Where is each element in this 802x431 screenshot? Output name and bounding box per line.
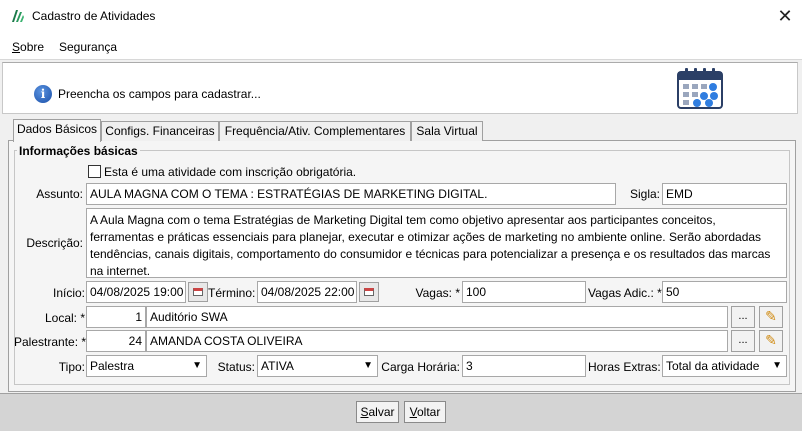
local-edit-pencil-icon[interactable]: ✎ (759, 306, 783, 328)
local-name-input[interactable]: Auditório SWA (146, 306, 728, 328)
tab-frequencia[interactable]: Frequência/Ativ. Complementares (219, 121, 411, 141)
palestrante-label: Palestrante: * (14, 335, 87, 349)
vagas-adic-label: Vagas Adic.: * (588, 286, 662, 300)
tab-dados-basicos[interactable]: Dados Básicos (13, 119, 101, 142)
assunto-input[interactable]: AULA MAGNA COM O TEMA : ESTRATÉGIAS DE M… (86, 183, 616, 205)
carga-horaria-label: Carga Horária: (381, 360, 460, 374)
voltar-button[interactable]: Voltar (404, 401, 446, 423)
window-title: Cadastro de Atividades (32, 9, 156, 23)
inicio-input[interactable]: 04/08/2025 19:00 (86, 281, 186, 303)
status-label: Status: (217, 360, 255, 374)
sigla-label: Sigla: (629, 187, 660, 201)
group-title: Informações básicas (17, 144, 140, 158)
local-label: Local: * (44, 311, 85, 325)
sigla-input[interactable]: EMD (662, 183, 787, 205)
tab-configs-financeiras[interactable]: Configs. Financeiras (101, 121, 219, 141)
descricao-label: Descrição: (26, 236, 83, 250)
status-select[interactable]: ATIVA ▼ (257, 355, 378, 377)
menu-seguranca[interactable]: Segurança (59, 40, 117, 54)
footer-bar (0, 393, 802, 431)
local-search-button[interactable]: ... (731, 306, 755, 328)
tipo-select[interactable]: Palestra ▼ (86, 355, 207, 377)
chevron-down-icon: ▼ (772, 360, 782, 371)
vagas-adic-input[interactable]: 50 (662, 281, 787, 303)
menu-sobre[interactable]: Sobre (12, 40, 44, 54)
local-code-input[interactable]: 1 (86, 306, 146, 328)
tipo-label: Tipo: (58, 360, 85, 374)
info-message: Preencha os campos para cadastrar... (58, 87, 261, 101)
menu-bar (0, 32, 802, 60)
close-icon[interactable]: ✕ (772, 4, 798, 28)
termino-label: Término: (208, 286, 256, 300)
horas-extras-select[interactable]: Total da atividade ▼ (662, 355, 787, 377)
info-icon: i (34, 85, 52, 103)
calendar-icon (677, 68, 723, 109)
palestrante-code-input[interactable]: 24 (86, 330, 146, 352)
vagas-input[interactable]: 100 (462, 281, 586, 303)
salvar-button[interactable]: Salvar (356, 401, 399, 423)
palestrante-search-button[interactable]: ... (731, 330, 755, 352)
chevron-down-icon: ▼ (363, 360, 373, 371)
horas-extras-label: Horas Extras: (588, 360, 661, 374)
termino-input[interactable]: 04/08/2025 22:00 (257, 281, 357, 303)
inscricao-obrigatoria-checkbox[interactable] (88, 165, 101, 178)
descricao-textarea[interactable]: A Aula Magna com o tema Estratégias de M… (86, 208, 787, 278)
palestrante-edit-pencil-icon[interactable]: ✎ (759, 330, 783, 352)
chevron-down-icon: ▼ (192, 360, 202, 371)
termino-calendar-icon[interactable] (359, 282, 379, 302)
assunto-label: Assunto: (36, 187, 83, 201)
inicio-calendar-icon[interactable] (188, 282, 208, 302)
app-logo-icon (12, 10, 24, 22)
inscricao-obrigatoria-label: Esta é uma atividade com inscrição obrig… (104, 165, 357, 179)
inicio-label: Início: (52, 286, 85, 300)
vagas-label: Vagas: * (415, 286, 460, 300)
tab-sala-virtual[interactable]: Sala Virtual (411, 121, 483, 141)
carga-horaria-input[interactable]: 3 (462, 355, 586, 377)
palestrante-name-input[interactable]: AMANDA COSTA OLIVEIRA (146, 330, 728, 352)
